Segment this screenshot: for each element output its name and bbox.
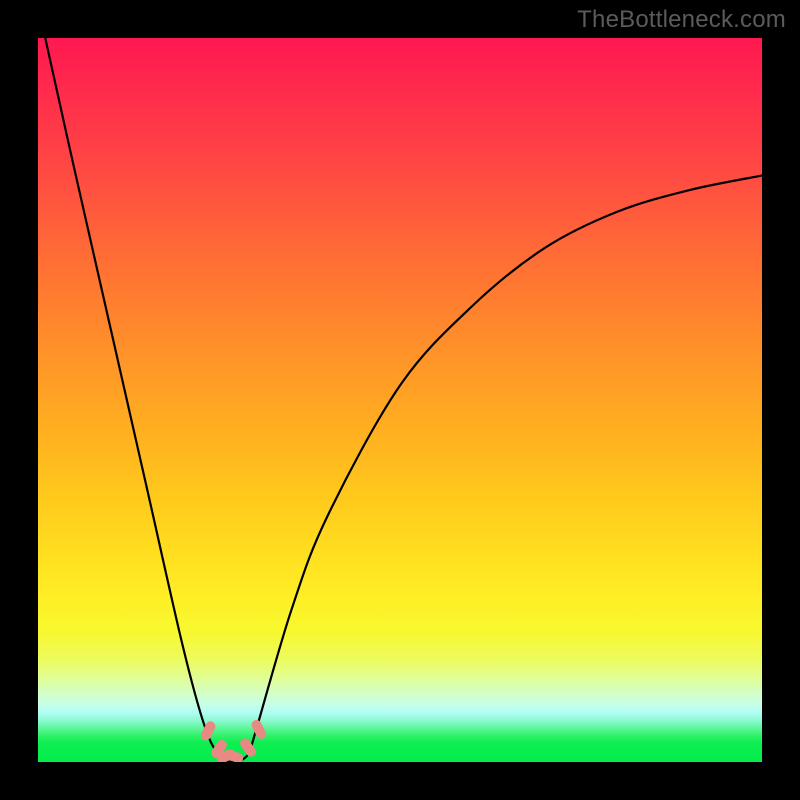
highlight-marker <box>250 718 268 740</box>
plot-area <box>38 38 762 762</box>
chart-container: TheBottleneck.com <box>0 0 800 800</box>
watermark-text: TheBottleneck.com <box>577 6 786 34</box>
curve-svg <box>38 38 762 762</box>
bottleneck-curve <box>45 38 762 762</box>
highlight-marker <box>199 720 217 742</box>
